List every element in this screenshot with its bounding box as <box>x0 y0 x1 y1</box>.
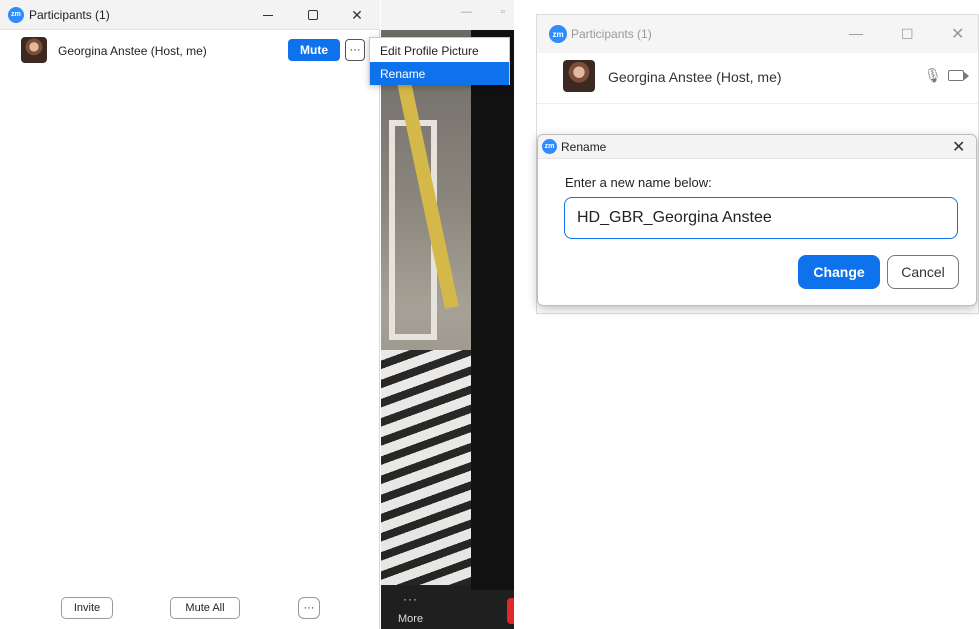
zoom-logo-icon: zm <box>8 6 24 23</box>
zoom-logo-icon: zm <box>542 139 557 154</box>
avatar <box>563 60 595 92</box>
rename-dialog: zm Rename ✕ Enter a new name below: Chan… <box>537 134 977 306</box>
avatar <box>21 37 47 63</box>
footer-more-button[interactable]: ··· <box>298 597 320 619</box>
window-title: Participants (1) <box>571 27 652 41</box>
rename-prompt: Enter a new name below: <box>565 175 712 190</box>
video-dark-area <box>471 30 514 590</box>
participants-window: zm Participants (1) ✕ Georgina Anstee (H… <box>0 0 380 629</box>
end-button-edge[interactable] <box>507 598 514 624</box>
cancel-button[interactable]: Cancel <box>887 255 959 289</box>
more-dots-icon[interactable]: ··· <box>403 592 418 606</box>
zoom-logo-icon: zm <box>549 25 567 43</box>
video-scene-stripes <box>381 350 471 585</box>
video-camera-icon[interactable] <box>948 70 969 81</box>
menu-item-rename[interactable]: Rename <box>370 62 509 85</box>
invite-button[interactable]: Invite <box>61 597 113 619</box>
dialog-close-button[interactable]: ✕ <box>952 137 965 157</box>
video-top-strip: — ▫ <box>381 0 514 30</box>
minimize-button[interactable] <box>253 0 283 30</box>
minimize-button[interactable]: — <box>849 25 863 41</box>
divider <box>537 103 978 104</box>
video-panel: — ▫ ··· More <box>381 0 514 629</box>
maximize-button[interactable]: ☐ <box>901 26 914 43</box>
window-title: Participants (1) <box>29 7 110 22</box>
participant-context-menu: Edit Profile Picture Rename <box>369 37 510 85</box>
microphone-icon[interactable]: 🎙 <box>924 67 942 84</box>
close-button[interactable]: ✕ <box>951 24 964 44</box>
dialog-title-bar: zm Rename <box>538 135 976 159</box>
mute-button[interactable]: Mute <box>288 39 340 61</box>
video-minimize-icon: — <box>461 6 472 18</box>
maximize-icon <box>308 10 318 20</box>
participant-name: Georgina Anstee (Host, me) <box>58 44 207 58</box>
participant-name: Georgina Anstee (Host, me) <box>608 69 782 85</box>
close-button[interactable]: ✕ <box>342 0 372 30</box>
minimize-icon <box>263 14 273 16</box>
more-label[interactable]: More <box>398 613 423 625</box>
more-options-button[interactable]: ··· <box>345 39 365 61</box>
maximize-button[interactable] <box>298 0 328 30</box>
dialog-title: Rename <box>561 139 607 154</box>
mute-all-button[interactable]: Mute All <box>170 597 240 619</box>
menu-item-edit-profile-picture[interactable]: Edit Profile Picture <box>370 39 509 62</box>
video-restore-icon: ▫ <box>501 6 505 18</box>
change-button[interactable]: Change <box>798 255 880 289</box>
new-name-input[interactable] <box>564 197 958 239</box>
